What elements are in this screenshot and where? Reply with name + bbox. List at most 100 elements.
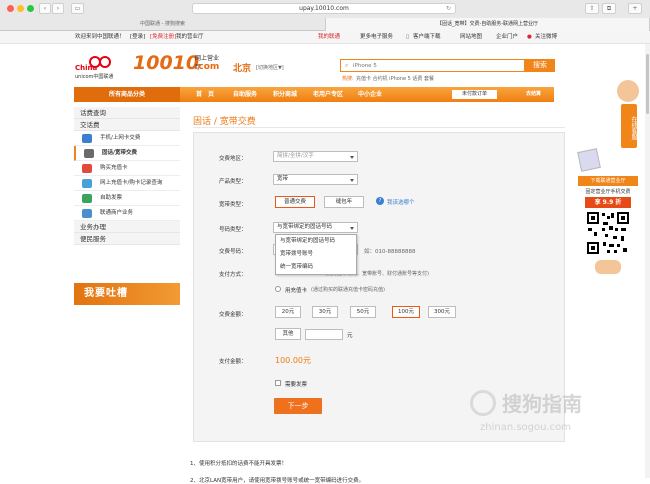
mobile-icon: [82, 134, 92, 143]
nav-sme[interactable]: 中小企业: [358, 87, 382, 102]
forward-icon[interactable]: ›: [52, 3, 64, 14]
sidebar-item-buy-card[interactable]: 购买充值卡: [74, 161, 180, 176]
number-type-value: 与宽带绑定的固话号码: [277, 224, 333, 230]
nav-old-users[interactable]: 老用户专区: [313, 87, 343, 102]
more-products-link[interactable]: 更多电子服务: [360, 31, 393, 43]
hot-words[interactable]: 充值卡 合约机 iPhone 5 话费 套餐: [356, 75, 434, 82]
invoice-label: 需要发票: [285, 382, 308, 388]
login-link[interactable]: [登录]: [130, 31, 145, 43]
main-nav: 所有商品分类 首 页 自助服务 积分商城 老用户专区 中小企业 未付款订单 去结…: [74, 87, 554, 102]
bb-option-normal[interactable]: 普通交费: [275, 196, 315, 208]
number-type-select[interactable]: 与宽带绑定的固话号码: [273, 222, 358, 233]
product-select[interactable]: 宽带: [273, 174, 358, 185]
watermark-en: zhinan.sogou.com: [480, 422, 572, 433]
amount-100[interactable]: 100元: [392, 306, 420, 318]
sidebar-group-pay-bill[interactable]: 交话费: [74, 119, 180, 131]
pay-method-label: 支付方式：: [219, 272, 247, 278]
close-window-icon[interactable]: [7, 5, 14, 12]
qr-code-icon: [585, 210, 631, 256]
unpaid-orders-select[interactable]: 未付款订单: [452, 90, 497, 99]
total-label: 支付金额：: [219, 359, 247, 365]
sidebar-item-landline-broadband[interactable]: 固话/宽带交费: [74, 146, 180, 161]
sidebar-item-invoice[interactable]: 自助发票: [74, 191, 180, 206]
recharge-card-label: 用充值卡: [285, 288, 308, 294]
reload-icon[interactable]: ↻: [446, 4, 451, 13]
sidebar-item-card-record[interactable]: 网上充值卡/购卡记录查询: [74, 176, 180, 191]
search-input[interactable]: [353, 61, 513, 70]
region-select[interactable]: 简拼/全拼/汉字: [273, 151, 358, 162]
new-tab-icon[interactable]: +: [628, 3, 642, 14]
my-office-link[interactable]: 我的营业厅: [176, 31, 204, 43]
sogou-watermark: 搜狗指南 zhinan.sogou.com: [470, 386, 630, 436]
brand-sub: unicom中国联通: [75, 74, 114, 80]
sidebar: 话费查询 交话费 手机/上网卡交费 固话/宽带交费 购买充值卡 网上充值卡/购卡…: [74, 107, 180, 245]
recharge-card-hint: (通过购买的联通充值卡密码充值): [311, 287, 385, 293]
my-unicom-link[interactable]: 我的联通: [318, 31, 340, 43]
recharge-card-radio[interactable]: [275, 286, 281, 292]
dropdown-option-bound-landline[interactable]: 与宽带绑定的固话号码: [276, 235, 356, 248]
sidebar-item-mobile-pay[interactable]: 手机/上网卡交费: [74, 131, 180, 146]
pay-number-hint: 如：010-88888888: [364, 249, 416, 255]
brand-china: China: [75, 64, 98, 72]
client-download-link[interactable]: 客户端下载: [413, 31, 441, 43]
sidebar-item-merchant[interactable]: 联通商户业务: [74, 206, 180, 221]
next-step-button[interactable]: 下一步: [274, 398, 322, 414]
city-switch-link[interactable]: [切换地区▼]: [256, 64, 284, 71]
weibo-link[interactable]: 关注微博: [535, 31, 557, 43]
tab-unicom[interactable]: 【固话_宽带】交费-自助服务-联通网上营业厅: [325, 18, 650, 31]
unicom-logo[interactable]: China unicom中国联通: [75, 54, 127, 82]
other-amount-input[interactable]: [305, 329, 343, 340]
sogou-logo-icon: [470, 390, 496, 416]
minimize-window-icon[interactable]: [17, 5, 24, 12]
weibo-icon: ●: [527, 34, 532, 40]
page-scrollbar[interactable]: [645, 44, 650, 478]
nav-points-mall[interactable]: 积分商城: [273, 87, 297, 102]
dropdown-option-dialup-account[interactable]: 宽带拨号账号: [276, 248, 356, 261]
help-link[interactable]: 我该选哪个: [387, 198, 415, 206]
sidebar-item-label: 网上充值卡/购卡记录查询: [100, 180, 163, 186]
nav-self-service[interactable]: 自助服务: [233, 87, 257, 102]
amount-20[interactable]: 20元: [275, 306, 301, 318]
all-categories-button[interactable]: 所有商品分类: [74, 87, 180, 102]
back-icon[interactable]: ‹: [39, 3, 51, 14]
site-map-link[interactable]: 网站地图: [460, 31, 482, 43]
broadband-type-label: 宽带类型：: [219, 202, 247, 208]
sidebar-group-business[interactable]: 业务办理: [74, 221, 180, 233]
share-icon[interactable]: ⇧: [585, 3, 599, 14]
tabs-overview-icon[interactable]: ⧉: [602, 3, 616, 14]
dropdown-option-unified-code[interactable]: 统一宽带编码: [276, 261, 356, 274]
address-bar[interactable]: upay.10010.com ↻: [192, 3, 456, 14]
scroll-thumb[interactable]: [646, 54, 649, 114]
complain-banner[interactable]: 我要吐槽: [74, 283, 180, 305]
checkout-link[interactable]: 去结算: [526, 87, 541, 102]
chevron-down-icon: [350, 156, 354, 159]
nav-home[interactable]: 首 页: [196, 87, 214, 102]
bb-option-annual[interactable]: 缝包年: [324, 196, 364, 208]
logo-10010[interactable]: 10010 网上营业厅 .com: [133, 52, 221, 80]
search-icon: ⌕: [345, 62, 349, 69]
sidebar-group-convenience[interactable]: 便民服务: [74, 233, 180, 245]
yuan-unit: 元: [347, 333, 353, 339]
enterprise-link[interactable]: 企业门户: [496, 31, 518, 43]
watermark-cn: 搜狗指南: [502, 392, 582, 416]
amount-300[interactable]: 300元: [428, 306, 456, 318]
sidebar-icon[interactable]: ▭: [71, 3, 84, 14]
amount-30[interactable]: 30元: [312, 306, 338, 318]
mascot-icon: [595, 260, 621, 274]
amount-50[interactable]: 50元: [350, 306, 376, 318]
amount-other[interactable]: 其他: [275, 328, 301, 340]
register-link[interactable]: [免费注册]: [150, 31, 176, 43]
invoice-checkbox[interactable]: [275, 380, 281, 386]
service-avatar: [617, 80, 639, 102]
pay-number-label: 交费号码：: [219, 249, 247, 255]
online-service-button[interactable]: 在线客服: [621, 104, 637, 148]
tab-sogou[interactable]: 中国联通 - 搜狗搜索: [0, 18, 325, 31]
hot-label: 热搜:: [342, 76, 354, 82]
sidebar-group-bill-query[interactable]: 话费查询: [74, 107, 180, 119]
search-button[interactable]: 搜索: [525, 59, 555, 72]
zoom-window-icon[interactable]: [27, 5, 34, 12]
download-banner[interactable]: 下载联通营业厅: [578, 176, 638, 186]
record-icon: [82, 179, 92, 188]
site-topbar: 欢迎来到中国联通！ [登录] [免费注册] 我的营业厅 我的联通 更多电子服务 …: [0, 31, 650, 44]
url-text: upay.10010.com: [299, 5, 349, 12]
